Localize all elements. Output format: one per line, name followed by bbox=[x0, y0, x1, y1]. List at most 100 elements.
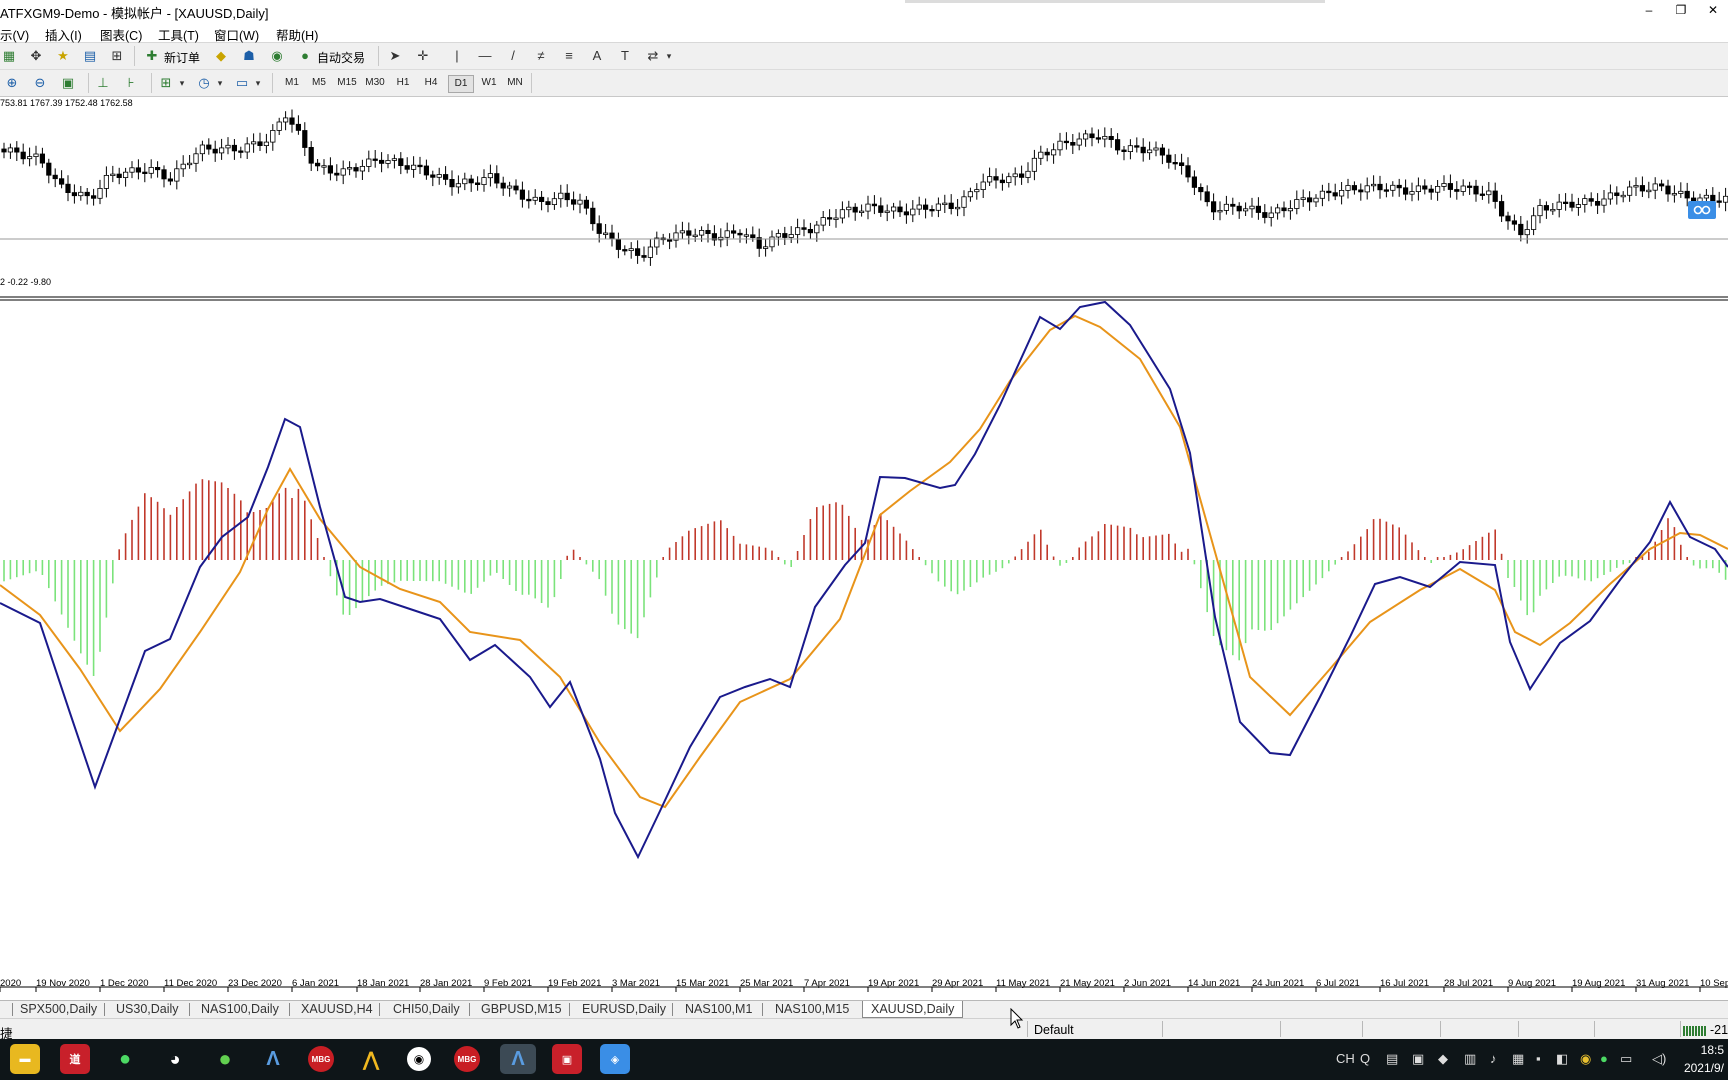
auto-trading-button[interactable]: 自动交易 bbox=[317, 49, 365, 66]
timeframe-m5[interactable]: M5 bbox=[307, 75, 331, 91]
timeframe-w1[interactable]: W1 bbox=[477, 75, 501, 91]
input-language[interactable]: CH bbox=[1336, 1051, 1355, 1066]
candle-bull bbox=[1153, 147, 1159, 151]
file-explorer-icon[interactable]: ▬ bbox=[10, 1044, 40, 1074]
tab-chi50-daily[interactable]: CHI50,Daily bbox=[393, 1002, 460, 1016]
chevron-down-icon[interactable]: ▾ bbox=[177, 74, 187, 92]
menu-window[interactable]: 窗口(W) bbox=[214, 25, 259, 44]
chart-shift-icon[interactable]: ⊦ bbox=[122, 74, 140, 92]
channel-icon[interactable]: ≠ bbox=[532, 47, 550, 65]
monitor-app-icon[interactable]: ⋀ bbox=[356, 1044, 386, 1074]
fibonacci-icon[interactable]: ≡ bbox=[560, 47, 578, 65]
new-chart-icon[interactable]: ▦ bbox=[0, 47, 18, 65]
tray-time[interactable]: 18:5 bbox=[1701, 1043, 1724, 1057]
templates-icon[interactable]: ▭ bbox=[233, 74, 251, 92]
chevron-down-icon[interactable]: ▾ bbox=[253, 74, 263, 92]
new-order-icon[interactable]: ✚ bbox=[143, 47, 161, 65]
vertical-line-icon[interactable]: | bbox=[448, 47, 466, 65]
tab-nas100-m1[interactable]: NAS100,M1 bbox=[685, 1002, 752, 1016]
timeframe-m15[interactable]: M15 bbox=[335, 75, 359, 91]
horizontal-line-icon[interactable]: — bbox=[476, 47, 494, 65]
timeframe-h1[interactable]: H1 bbox=[391, 75, 415, 91]
chart-canvas[interactable]: 2020 19 Nov 2020 1 Dec 2020 11 Dec 2020 23 D… bbox=[0, 97, 1728, 1002]
mbg-2-icon[interactable]: MBG bbox=[452, 1044, 482, 1074]
minimize-button[interactable]: – bbox=[1642, 0, 1656, 22]
tray-app-icon[interactable]: ◉ bbox=[1580, 1051, 1591, 1067]
trade-marker-icon[interactable] bbox=[1688, 201, 1716, 219]
mt4-icon[interactable]: Λ bbox=[258, 1044, 288, 1074]
browser-icon[interactable]: ◈ bbox=[600, 1044, 630, 1074]
favorites-icon[interactable]: ★ bbox=[54, 47, 72, 65]
community-icon[interactable]: ☗ bbox=[240, 47, 258, 65]
restore-button[interactable]: ❐ bbox=[1674, 0, 1688, 22]
tray-app-icon[interactable]: ♪ bbox=[1490, 1051, 1497, 1066]
cursor-icon[interactable]: ➤ bbox=[386, 47, 404, 65]
navigator-icon[interactable]: ▤ bbox=[81, 47, 99, 65]
candle-bear bbox=[398, 158, 404, 167]
tray-date[interactable]: 2021/9/ bbox=[1684, 1061, 1724, 1075]
menu-charts[interactable]: 图表(C) bbox=[100, 25, 142, 44]
wechat-icon[interactable]: ● bbox=[110, 1044, 140, 1074]
zoom-in-icon[interactable]: ⊕ bbox=[3, 74, 21, 92]
timeframe-mn[interactable]: MN bbox=[503, 75, 527, 91]
chart-window[interactable]: 2020 19 Nov 2020 1 Dec 2020 11 Dec 2020 23 D… bbox=[0, 97, 1728, 1002]
tab-us30-daily[interactable]: US30,Daily bbox=[116, 1002, 179, 1016]
timeframe-h4[interactable]: H4 bbox=[419, 75, 443, 91]
indicators-icon[interactable]: ⊞ bbox=[157, 74, 175, 92]
tester-icon[interactable]: ⊞ bbox=[108, 47, 126, 65]
tab-xauusd-daily[interactable]: XAUUSD,Daily bbox=[862, 1001, 964, 1018]
network-icon[interactable]: ▭ bbox=[1620, 1051, 1632, 1067]
timeframe-d1[interactable]: D1 bbox=[448, 75, 474, 93]
auto-scroll-icon[interactable]: ⊥ bbox=[94, 74, 112, 92]
menu-insert[interactable]: 插入(I) bbox=[45, 25, 82, 44]
tab-xauusd-h4[interactable]: XAUUSD,H4 bbox=[301, 1002, 373, 1016]
market-icon[interactable]: ◉ bbox=[268, 47, 286, 65]
clock-icon[interactable]: ◷ bbox=[195, 74, 213, 92]
tab-nas100-m15[interactable]: NAS100,M15 bbox=[775, 1002, 849, 1016]
tray-app-icon[interactable]: ▪ bbox=[1536, 1051, 1541, 1066]
candle-bull bbox=[1723, 195, 1728, 203]
tray-app-icon[interactable]: ▥ bbox=[1464, 1051, 1476, 1067]
tile-windows-icon[interactable]: ▣ bbox=[59, 74, 77, 92]
presentation-icon[interactable]: ▣ bbox=[552, 1044, 582, 1074]
qq-icon[interactable]: ◕ bbox=[160, 1044, 190, 1074]
tray-app-icon[interactable]: ▣ bbox=[1412, 1051, 1424, 1067]
candle-bear bbox=[948, 202, 954, 209]
menu-help[interactable]: 帮助(H) bbox=[276, 25, 318, 44]
candle-bull bbox=[1057, 140, 1063, 151]
obs-icon[interactable]: ◉ bbox=[404, 1044, 434, 1074]
menu-tools[interactable]: 工具(T) bbox=[158, 25, 199, 44]
chevron-down-icon[interactable]: ▾ bbox=[664, 47, 674, 65]
browser-360-icon[interactable]: ● bbox=[210, 1044, 240, 1074]
tab-eurusd-daily[interactable]: EURUSD,Daily bbox=[582, 1002, 666, 1016]
chevron-down-icon[interactable]: ▾ bbox=[215, 74, 225, 92]
tray-app-icon[interactable]: ▦ bbox=[1512, 1051, 1524, 1067]
auto-trading-icon[interactable]: ● bbox=[296, 47, 314, 65]
text-icon[interactable]: A bbox=[588, 47, 606, 65]
tray-app-icon[interactable]: ▤ bbox=[1386, 1051, 1398, 1067]
youdao-icon[interactable]: 道 bbox=[60, 1044, 90, 1074]
metaeditor-icon[interactable]: ◆ bbox=[212, 47, 230, 65]
tab-gbpusd-m15[interactable]: GBPUSD,M15 bbox=[481, 1002, 562, 1016]
tray-app-icon[interactable]: ◆ bbox=[1438, 1051, 1448, 1067]
menu-view[interactable]: 示(V) bbox=[0, 25, 29, 44]
timeframe-m30[interactable]: M30 bbox=[363, 75, 387, 91]
profiles-icon[interactable]: ✥ bbox=[27, 47, 45, 65]
new-order-button[interactable]: 新订单 bbox=[164, 49, 200, 66]
tab-spx500-daily[interactable]: SPX500,Daily bbox=[20, 1002, 97, 1016]
zoom-out-icon[interactable]: ⊖ bbox=[31, 74, 49, 92]
text-label-icon[interactable]: T bbox=[616, 47, 634, 65]
trendline-icon[interactable]: / bbox=[504, 47, 522, 65]
wechat-tray-icon[interactable]: ● bbox=[1600, 1051, 1608, 1066]
search-icon[interactable]: Q bbox=[1360, 1051, 1370, 1066]
close-button[interactable]: ✕ bbox=[1706, 0, 1720, 22]
arrows-icon[interactable]: ⇄ bbox=[644, 47, 662, 65]
timeframe-m1[interactable]: M1 bbox=[280, 75, 304, 91]
date-label: 24 Jun 2021 bbox=[1252, 978, 1304, 989]
tab-nas100-daily[interactable]: NAS100,Daily bbox=[201, 1002, 279, 1016]
volume-icon[interactable]: ◁) bbox=[1652, 1051, 1666, 1067]
crosshair-icon[interactable]: ✛ bbox=[414, 47, 432, 65]
tray-app-icon[interactable]: ◧ bbox=[1556, 1051, 1568, 1067]
mbg-icon[interactable]: MBG bbox=[306, 1044, 336, 1074]
mt4-active-icon[interactable]: Λ bbox=[500, 1044, 536, 1074]
